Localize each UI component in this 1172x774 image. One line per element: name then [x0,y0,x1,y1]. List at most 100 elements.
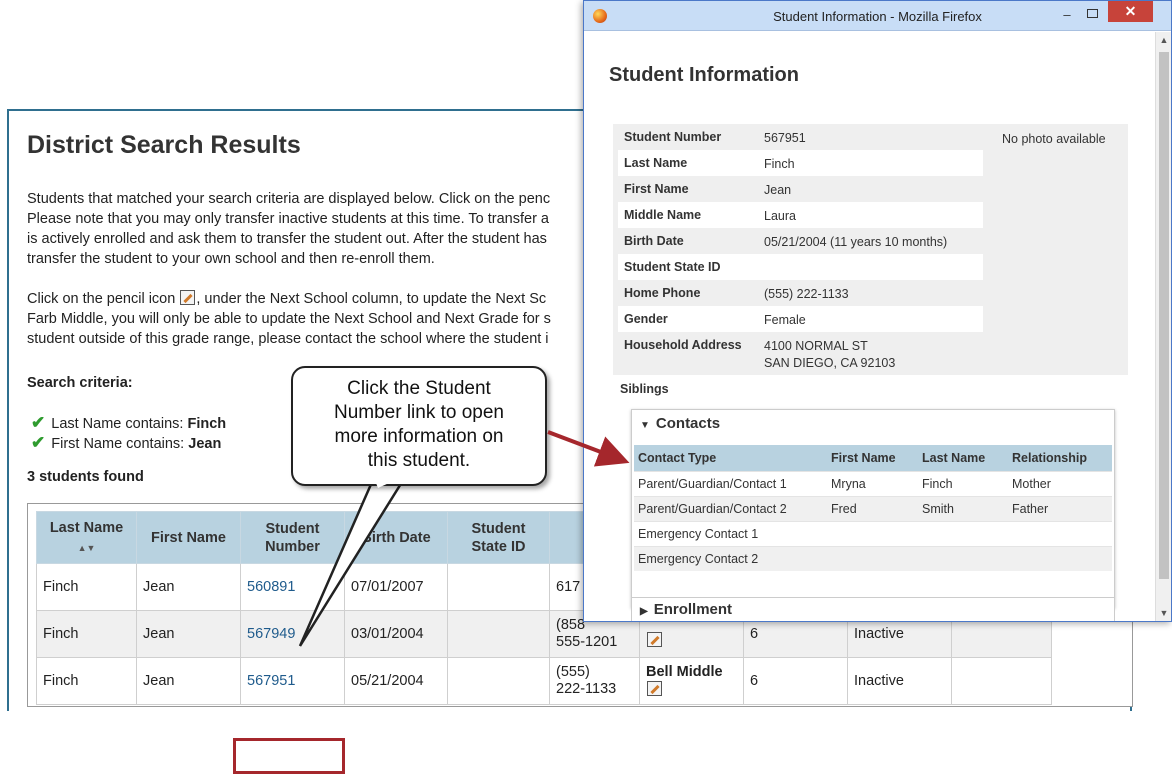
criteria-label: Last Name contains: [51,416,188,432]
siblings-label: Siblings [620,382,669,396]
close-button[interactable]: ✕ [1108,1,1153,22]
cell-extra [951,657,1052,705]
student-number-link[interactable]: 560891 [247,579,295,595]
cell: Mryna [827,470,918,496]
intro-line: Students that matched your search criter… [27,191,551,207]
window-titlebar[interactable]: Student Information - Mozilla Firefox – … [584,1,1171,31]
cell-state-id [447,657,550,705]
callout-line: more information on [334,426,504,447]
cell: Fred [827,495,918,521]
no-photo-text: No photo available [1002,132,1106,146]
student-info-panel: No photo available Student Number 567951 … [613,124,1128,375]
cell: Mother [1008,470,1112,496]
field-label: Middle Name [624,208,702,222]
cell-status: Inactive [847,657,952,705]
scroll-up-icon[interactable]: ▲ [1156,35,1172,45]
callout-line: Click the Student [347,378,491,399]
col-state-id[interactable]: Student State ID [447,511,550,564]
cell: Parent/Guardian/Contact 2 [634,495,827,521]
firefox-popup-window[interactable]: Student Information - Mozilla Firefox – … [583,0,1172,622]
contacts-toggle[interactable]: ▼ Contacts [640,415,720,432]
enrollment-section: ▶ Enrollment [631,597,1115,621]
col-student-number[interactable]: Student Number [240,511,345,564]
student-number-link[interactable]: 567949 [247,626,295,642]
cell-student-number: 560891 [240,563,345,611]
next-school-name: Bell Middle [646,663,723,680]
cell-birth-date: 05/21/2004 [344,657,448,705]
cell [918,545,1008,571]
criteria-value: Finch [187,416,227,432]
phone-line: 222-1133 [556,681,617,697]
col-birth-date[interactable]: Birth Date [344,511,448,564]
cell: Finch [918,470,1008,496]
scroll-thumb[interactable] [1159,52,1169,579]
field-value: Laura [764,209,796,223]
cell-first-name: Jean [136,657,241,705]
cell-student-number: 567949 [240,610,345,658]
cell-student-number: 567951 [240,657,345,705]
criteria-label: First Name contains: [51,436,189,452]
contacts-section: ▼ Contacts Contact Type First Name Last N… [631,409,1115,608]
caret-down-icon: ▼ [640,420,650,431]
cell [1008,520,1112,546]
col-last-name[interactable]: Last Name ▲▼ [36,511,137,564]
criteria-item: ✔ Last Name contains: Finch [31,413,226,433]
field-label: Last Name [624,156,688,170]
table-row: Parent/Guardian/Contact 1 Mryna Finch Mo… [634,470,1112,496]
cell [827,545,918,571]
criteria-item: ✔ First Name contains: Jean [31,433,221,453]
popup-content: Student Information No photo available S… [584,32,1155,621]
cell [827,520,918,546]
pencil-line: Farb Middle, you will only be able to up… [27,311,551,327]
info-row: First Name Jean [618,176,983,202]
table-header-row: Contact Type First Name Last Name Relati… [634,445,1112,471]
pencil-icon[interactable] [647,632,662,647]
cell-phone: (555) 222-1133 [549,657,640,705]
cell-next-school: Bell Middle [639,657,744,705]
cell-last-name: Finch [36,657,137,705]
table-row: Finch Jean 567951 05/21/2004 (555) 222-11… [36,657,1052,705]
sort-icon[interactable]: ▲▼ [78,543,96,553]
intro-line: transfer the student to your own school … [27,251,435,267]
cell-birth-date: 03/01/2004 [344,610,448,658]
pencil-paragraph: Click on the pencil icon , under the Nex… [27,289,627,349]
check-icon: ✔ [31,413,46,432]
cell-state-id [447,610,550,658]
student-number-link[interactable]: 567951 [247,673,295,689]
field-label: First Name [624,182,689,196]
cell-state-id [447,563,550,611]
popup-scrollbar[interactable]: ▲ ▼ [1155,32,1171,621]
pencil-line-text: Click on the pencil icon [27,291,176,307]
info-row: Student Number 567951 [618,124,983,150]
field-label: Birth Date [624,234,684,248]
check-icon: ✔ [31,433,46,452]
criteria-value: Jean [188,436,222,452]
intro-paragraph: Students that matched your search criter… [27,189,627,269]
col-header: First Name [827,445,918,471]
scroll-down-icon[interactable]: ▼ [1156,608,1172,618]
pencil-line-text: , under the Next School column, to updat… [196,291,547,307]
table-row: Emergency Contact 2 [634,545,1112,571]
enrollment-toggle[interactable]: ▶ Enrollment [640,601,732,618]
info-row: Last Name Finch [618,150,983,176]
maximize-button[interactable] [1083,7,1101,23]
minimize-button[interactable]: – [1058,7,1076,23]
col-label: Student [471,520,526,537]
cell-next-grade: 6 [743,657,848,705]
pencil-line: Click on the pencil icon , under the Nex… [27,289,627,309]
col-first-name[interactable]: First Name [136,511,241,564]
col-label: Number [265,538,320,555]
address-line: SAN DIEGO, CA 92103 [764,356,896,370]
field-label: Student Number [624,130,722,144]
cell: Emergency Contact 2 [634,545,827,571]
student-info-heading: Student Information [609,64,799,86]
pencil-icon[interactable] [647,680,662,696]
students-found-count: 3 students found [27,469,144,485]
table-row: Parent/Guardian/Contact 2 Fred Smith Fat… [634,495,1112,521]
callout-line: Number link to open [333,402,505,423]
info-row: Gender Female [618,306,983,332]
cell-last-name: Finch [36,563,137,611]
info-row: Household Address 4100 NORMAL ST SAN DIEGO… [618,332,983,372]
field-label: Gender [624,312,668,326]
field-value: Female [764,313,806,327]
